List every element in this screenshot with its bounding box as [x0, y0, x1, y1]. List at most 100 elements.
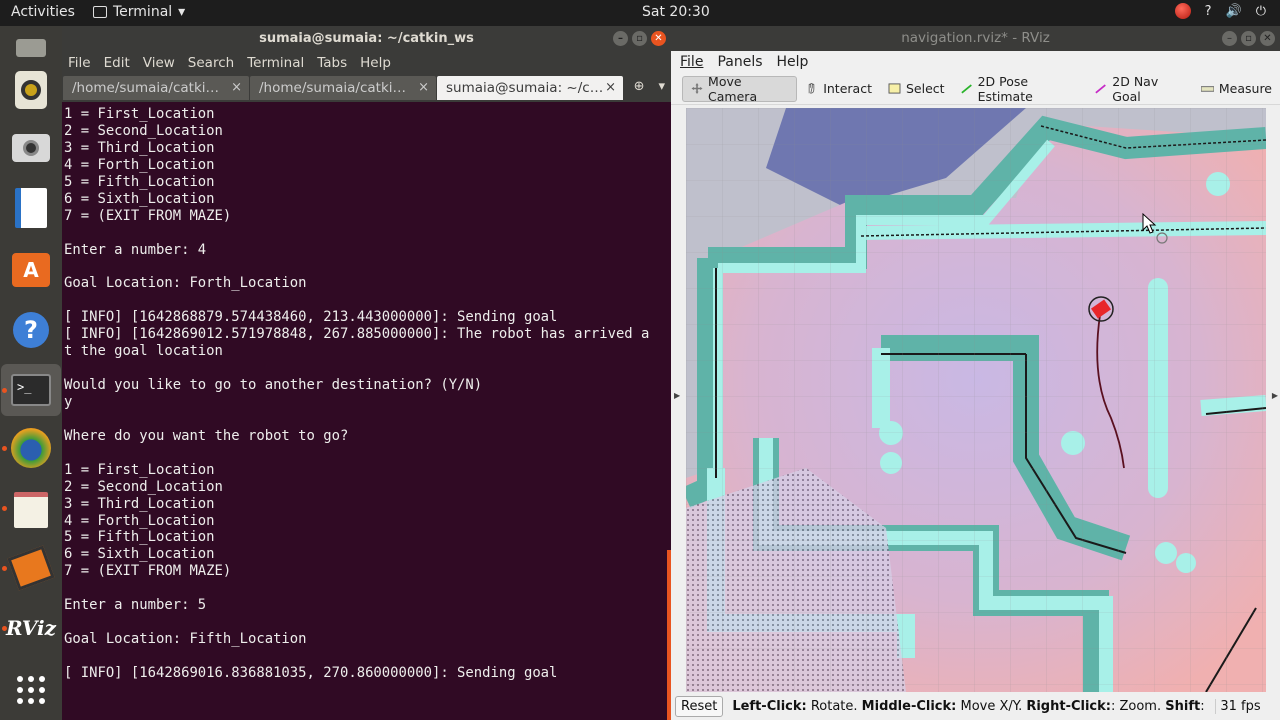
tab-label: sumaia@sumaia: ~/c… [446, 80, 604, 96]
menu-search[interactable]: Search [188, 55, 234, 71]
window-title: sumaia@sumaia: ~/catkin_ws [259, 31, 474, 46]
interact-tool[interactable]: Interact [797, 76, 880, 102]
collapse-left-panel-icon[interactable]: ▶ [674, 391, 680, 400]
activities-button[interactable]: Activities [11, 4, 75, 20]
terminal-icon [93, 6, 107, 18]
chevron-down-icon: ▾ [178, 4, 186, 20]
menu-help[interactable]: Help [777, 54, 809, 70]
dock: A ? >_ RViz [0, 26, 62, 720]
rviz-toolbar: Move Camera Interact Select 2D Pose Esti… [671, 73, 1280, 105]
collapse-right-panel-icon[interactable]: ▶ [1272, 391, 1278, 400]
terminal-line: 6 = Sixth_Location [64, 546, 215, 563]
terminal-line: 7 = (EXIT FROM MAZE) [64, 207, 232, 224]
active-indicator [2, 388, 7, 393]
menu-view[interactable]: View [143, 55, 175, 71]
terminal-titlebar[interactable]: sumaia@sumaia: ~/catkin_ws – ▫ ✕ [62, 26, 671, 51]
select-tool[interactable]: Select [880, 76, 953, 102]
help-icon[interactable]: ? [1205, 4, 1212, 19]
active-indicator [2, 446, 7, 451]
menu-edit[interactable]: Edit [104, 55, 130, 71]
rviz-titlebar[interactable]: navigation.rviz* - RViz – ▫ ✕ [671, 26, 1280, 51]
mouse-help-text: Left-Click: Rotate. Middle-Click: Move X… [732, 699, 1210, 714]
move-icon [691, 83, 703, 94]
rviz-icon[interactable]: RViz [6, 606, 56, 650]
terminal-line: 1 = First_Location [64, 106, 215, 122]
terminal-line: t the goal location [64, 343, 223, 360]
help-icon[interactable]: ? [9, 308, 53, 352]
maximize-button[interactable]: ▫ [1241, 31, 1256, 46]
reset-button[interactable]: Reset [675, 696, 724, 717]
status-bar: Reset Left-Click: Rotate. Middle-Click: … [671, 693, 1280, 720]
terminal-line: y [64, 393, 73, 410]
terminal-icon[interactable]: >_ [1, 364, 61, 416]
terminal-line: 4 = Forth_Location [64, 512, 215, 529]
menu-tabs[interactable]: Tabs [317, 55, 347, 71]
terminal-line: 5 = Fifth_Location [64, 529, 215, 546]
camera-icon[interactable] [9, 126, 53, 170]
software-icon[interactable]: A [9, 248, 53, 292]
new-tab-icon[interactable]: ⊕ [634, 79, 645, 94]
terminal-line: 3 = Third_Location [64, 139, 215, 156]
volume-icon[interactable]: 🔊 [1226, 4, 1242, 19]
move-camera-tool[interactable]: Move Camera [682, 73, 798, 104]
rhythmbox-icon[interactable] [9, 68, 53, 112]
browser-icon[interactable] [9, 426, 53, 470]
maximize-button[interactable]: ▫ [632, 31, 647, 46]
minimize-button[interactable]: – [1222, 31, 1237, 46]
terminal-line: [ INFO] [1642869012.571978848, 267.88500… [64, 326, 650, 343]
terminal-tab-active[interactable]: sumaia@sumaia: ~/c… × [437, 76, 623, 100]
close-tab-icon[interactable]: × [605, 76, 616, 100]
menu-panels[interactable]: Panels [717, 54, 762, 70]
terminal-tab[interactable]: /home/sumaia/catki… × [250, 76, 436, 100]
terminal-line: [ INFO] [1642868879.574438460, 213.44300… [64, 309, 558, 326]
select-box-icon [888, 83, 901, 94]
terminal-line: 1 = First_Location [64, 461, 215, 478]
terminal-tab[interactable]: /home/sumaia/catki… × [63, 76, 249, 100]
close-button[interactable]: ✕ [1260, 31, 1275, 46]
tool-label: 2D Pose Estimate [977, 73, 1033, 104]
nav-goal-tool[interactable]: 2D Nav Goal [1087, 74, 1193, 104]
power-icon[interactable]: ⏻ [1256, 4, 1266, 19]
menu-file[interactable]: File [68, 55, 91, 71]
app-menu[interactable]: Terminal ▾ [93, 4, 185, 20]
package-icon[interactable] [7, 545, 55, 591]
top-bar: Activities Terminal ▾ Sat 20:30 ? 🔊 ⏻ [0, 0, 1280, 26]
close-button[interactable]: ✕ [651, 31, 666, 46]
files-icon[interactable] [9, 26, 53, 70]
clock[interactable]: Sat 20:30 [642, 4, 710, 20]
magenta-arrow-icon [1095, 84, 1107, 94]
tab-list-chevron-icon[interactable]: ▾ [658, 79, 665, 94]
menu-terminal[interactable]: Terminal [247, 55, 304, 71]
text-editor-icon[interactable] [9, 488, 53, 532]
terminal-line: Where do you want the robot to go? [64, 427, 349, 444]
rviz-window: navigation.rviz* - RViz – ▫ ✕ File Panel… [671, 26, 1280, 720]
close-tab-icon[interactable]: × [231, 76, 242, 100]
tool-label: Move Camera [708, 73, 758, 104]
hand-icon [808, 83, 815, 94]
writer-icon[interactable] [9, 186, 53, 230]
show-apps-icon[interactable] [9, 668, 53, 712]
record-icon[interactable] [1174, 3, 1191, 19]
close-tab-icon[interactable]: × [418, 76, 429, 100]
menu-file[interactable]: File [680, 54, 703, 70]
terminal-line: 2 = Second_Location [64, 122, 223, 139]
pose-estimate-tool[interactable]: 2D Pose Estimate [953, 73, 1088, 104]
terminal-line: 2 = Second_Location [64, 478, 223, 495]
minimize-button[interactable]: – [613, 31, 628, 46]
measure-tool[interactable]: Measure [1193, 76, 1280, 102]
terminal-output[interactable]: 1 = First_Location 2 = Second_Location 3 =… [62, 102, 671, 720]
menu-help[interactable]: Help [360, 55, 391, 71]
active-indicator [2, 506, 7, 511]
tool-label: Measure [1218, 81, 1272, 96]
3d-viewport[interactable] [686, 108, 1266, 692]
terminal-line: Goal Location: Fifth_Location [64, 631, 307, 648]
system-tray[interactable]: ? 🔊 ⏻ [1174, 3, 1266, 19]
terminal-line: 7 = (EXIT FROM MAZE) [64, 563, 232, 580]
terminal-line: Would you like to go to another destinat… [64, 377, 483, 393]
